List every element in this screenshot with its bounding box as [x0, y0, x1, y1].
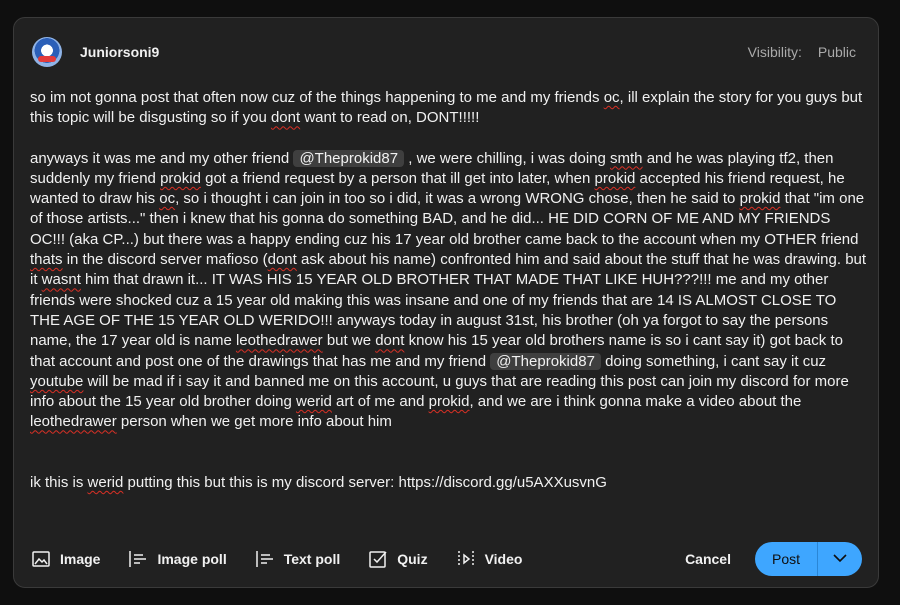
misspelled-word: dont [270, 109, 301, 127]
post-options-dropdown[interactable] [818, 542, 862, 576]
text-segment: art of me and [331, 393, 429, 411]
quiz-button[interactable]: Quiz [368, 549, 428, 569]
mention-chip[interactable]: @Theprokid87 [490, 352, 601, 370]
video-icon [456, 549, 476, 569]
misspelled-word: prokid [160, 169, 201, 187]
text-segment: but we [322, 332, 376, 350]
misspelled-word: oc [603, 89, 620, 106]
post-text-editor[interactable]: so im not gonna post that often now cuz … [30, 88, 868, 493]
video-button-label: Video [484, 551, 523, 567]
image-icon [31, 549, 51, 569]
image-poll-icon [128, 549, 148, 569]
post-paragraph-story: anyways it was me and my other friend @T… [30, 149, 868, 433]
text-segment: doing something, i cant say it cuz [600, 352, 827, 370]
misspelled-word: wasnt [41, 271, 81, 289]
post-button-group: Post [754, 542, 862, 576]
text-segment: , and we are i think gonna make a video … [469, 393, 802, 411]
text-segment: anyways it was me and my other friend [30, 149, 294, 167]
text-segment: ik this is [30, 473, 88, 491]
image-poll-button[interactable]: Image poll [128, 549, 227, 569]
visibility-value[interactable]: Public [818, 44, 856, 60]
avatar [32, 37, 62, 67]
visibility-label: Visibility: [747, 44, 802, 60]
misspelled-word: dont [375, 332, 405, 350]
image-poll-button-label: Image poll [157, 551, 227, 567]
quiz-checkbox-icon [368, 549, 388, 569]
text-segment: , we were chilling, i was doing [404, 149, 611, 167]
misspelled-word: werid [87, 473, 124, 491]
post-header: Juniorsoni9 Visibility: Public [32, 35, 856, 69]
video-button[interactable]: Video [456, 549, 523, 569]
quiz-button-label: Quiz [397, 551, 428, 567]
image-button-label: Image [60, 551, 101, 567]
misspelled-word: prokid [594, 169, 636, 187]
text-poll-button[interactable]: Text poll [255, 549, 341, 569]
cancel-button[interactable]: Cancel [685, 551, 731, 567]
text-segment: want to read on, DONT!!!!! [300, 109, 480, 127]
post-toolbar: Image Image poll Text poll Quiz Video Ca… [31, 542, 862, 576]
text-poll-icon [255, 549, 275, 569]
text-segment: got a friend request by a person that il… [200, 169, 595, 187]
text-segment: in the discord server mafioso ( [62, 251, 268, 269]
misspelled-word: prokid [428, 393, 470, 411]
misspelled-word: werid [296, 393, 332, 411]
post-button[interactable]: Post [755, 542, 818, 576]
misspelled-word: youtube [30, 372, 84, 390]
channel-name: Juniorsoni9 [80, 44, 160, 60]
misspelled-word: leothedrawer [30, 413, 117, 431]
post-paragraph-discord: ik this is werid putting this but this i… [30, 473, 868, 493]
text-poll-button-label: Text poll [283, 551, 341, 567]
create-post-card: Juniorsoni9 Visibility: Public so im not… [13, 17, 879, 588]
text-segment: person when we get more info about him [116, 413, 392, 431]
image-button[interactable]: Image [31, 549, 100, 569]
text-segment: putting this but this is my discord serv… [123, 473, 607, 491]
visibility-selector[interactable]: Visibility: Public [748, 44, 856, 60]
post-paragraph-intro: so im not gonna post that often now cuz … [30, 88, 868, 129]
misspelled-word: oc [159, 190, 176, 208]
misspelled-word: leothedrawer [235, 332, 323, 350]
text-segment: so im not gonna post that often now cuz … [30, 89, 604, 106]
mention-chip[interactable]: @Theprokid87 [293, 149, 405, 167]
misspelled-word: smth [610, 149, 643, 167]
misspelled-word: prokid [739, 190, 781, 208]
misspelled-word: dont [267, 251, 297, 269]
misspelled-word: thats [30, 251, 63, 269]
chevron-down-icon [833, 550, 847, 568]
text-segment: , so i thought i can join in too so i di… [175, 190, 740, 208]
